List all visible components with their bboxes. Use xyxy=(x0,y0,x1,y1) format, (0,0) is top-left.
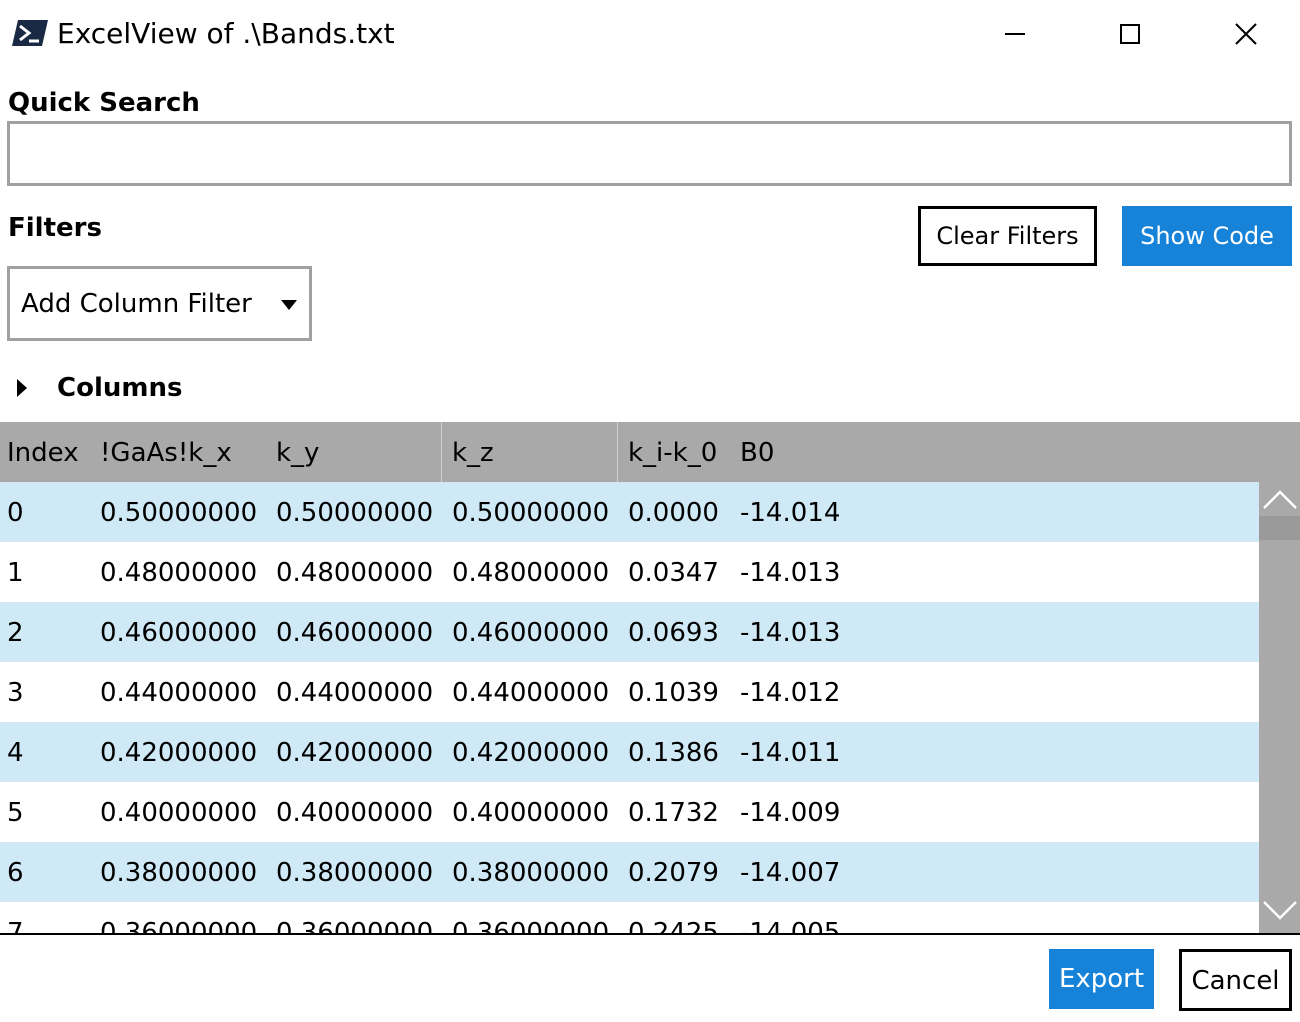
column-header-index[interactable]: Index xyxy=(0,422,79,482)
columns-label: Columns xyxy=(57,373,183,403)
table-cell: 0.38000000 xyxy=(452,858,610,888)
scroll-up-icon[interactable] xyxy=(1261,484,1299,514)
column-header-kx[interactable]: !GaAs!k_x xyxy=(93,422,232,482)
table-cell: 0.48000000 xyxy=(276,558,434,588)
window-title: ExcelView of .\Bands.txt xyxy=(57,17,395,50)
table-cell: 0.0000 xyxy=(628,498,719,528)
table-cell: 0.48000000 xyxy=(100,558,258,588)
table-cell: -14.013 xyxy=(740,618,841,648)
title-bar: ExcelView of .\Bands.txt xyxy=(0,0,1300,70)
table-cell: 0.44000000 xyxy=(100,678,258,708)
table-cell: 0.40000000 xyxy=(276,798,434,828)
table-cell: 1 xyxy=(7,558,24,588)
table-cell: 0.36000000 xyxy=(100,918,258,934)
vertical-scrollbar[interactable] xyxy=(1259,482,1300,934)
table-cell: 0.40000000 xyxy=(100,798,258,828)
table-cell: -14.013 xyxy=(740,558,841,588)
table-cell: -14.012 xyxy=(740,678,841,708)
table-cell: 0.2079 xyxy=(628,858,719,888)
table-row[interactable]: 5 0.40000000 0.40000000 0.40000000 0.173… xyxy=(0,782,1259,842)
table-row[interactable]: 4 0.42000000 0.42000000 0.42000000 0.138… xyxy=(0,722,1259,782)
table-cell: 0.2425 xyxy=(628,918,719,934)
table-cell: 0.36000000 xyxy=(452,918,610,934)
scroll-thumb[interactable] xyxy=(1259,516,1300,540)
table-cell: 0.50000000 xyxy=(100,498,258,528)
table-cell: 0.0693 xyxy=(628,618,719,648)
data-grid: Index !GaAs!k_x k_y k_z k_i-k_0 B0 0 0.5… xyxy=(0,422,1300,934)
chevron-down-icon xyxy=(281,300,297,310)
table-cell: -14.011 xyxy=(740,738,841,768)
maximize-icon xyxy=(1120,24,1140,44)
table-row[interactable]: 0 0.50000000 0.50000000 0.50000000 0.000… xyxy=(0,482,1259,542)
table-cell: 0.46000000 xyxy=(276,618,434,648)
add-column-filter-dropdown[interactable]: Add Column Filter xyxy=(7,266,312,341)
powershell-icon xyxy=(12,18,48,48)
caret-right-icon xyxy=(17,379,27,397)
minimize-button[interactable] xyxy=(985,12,1045,56)
clear-filters-button[interactable]: Clear Filters xyxy=(918,206,1097,266)
table-cell: -14.005 xyxy=(740,918,841,934)
grid-header: Index !GaAs!k_x k_y k_z k_i-k_0 B0 xyxy=(0,422,1300,482)
grid-rows: 0 0.50000000 0.50000000 0.50000000 0.000… xyxy=(0,482,1259,934)
table-cell: 4 xyxy=(7,738,24,768)
maximize-button[interactable] xyxy=(1100,12,1160,56)
table-cell: -14.009 xyxy=(740,798,841,828)
table-row[interactable]: 3 0.44000000 0.44000000 0.44000000 0.103… xyxy=(0,662,1259,722)
scroll-down-icon[interactable] xyxy=(1261,896,1299,926)
table-cell: 0.1039 xyxy=(628,678,719,708)
table-cell: 6 xyxy=(7,858,24,888)
table-cell: 0.50000000 xyxy=(452,498,610,528)
table-row[interactable]: 1 0.48000000 0.48000000 0.48000000 0.034… xyxy=(0,542,1259,602)
close-icon xyxy=(1235,23,1257,45)
table-cell: 5 xyxy=(7,798,24,828)
table-cell: 0.1732 xyxy=(628,798,719,828)
table-cell: 0.40000000 xyxy=(452,798,610,828)
column-header-kz[interactable]: k_z xyxy=(445,422,494,482)
table-cell: 7 xyxy=(7,918,24,934)
table-cell: -14.014 xyxy=(740,498,841,528)
table-cell: 3 xyxy=(7,678,24,708)
table-cell: 0 xyxy=(7,498,24,528)
table-row[interactable]: 2 0.46000000 0.46000000 0.46000000 0.069… xyxy=(0,602,1259,662)
table-cell: 0.38000000 xyxy=(100,858,258,888)
column-separator[interactable] xyxy=(441,422,442,482)
column-header-b0[interactable]: B0 xyxy=(733,422,774,482)
table-cell: 0.1386 xyxy=(628,738,719,768)
columns-expander[interactable]: Columns xyxy=(0,367,400,411)
table-cell: -14.007 xyxy=(740,858,841,888)
cancel-button[interactable]: Cancel xyxy=(1179,949,1292,1011)
quick-search-label: Quick Search xyxy=(8,88,200,118)
table-cell: 0.46000000 xyxy=(452,618,610,648)
table-cell: 0.36000000 xyxy=(276,918,434,934)
filters-label: Filters xyxy=(8,213,102,243)
table-cell: 0.44000000 xyxy=(452,678,610,708)
table-cell: 0.38000000 xyxy=(276,858,434,888)
close-button[interactable] xyxy=(1216,12,1276,56)
column-separator[interactable] xyxy=(617,422,618,482)
table-cell: 2 xyxy=(7,618,24,648)
table-cell: 0.48000000 xyxy=(452,558,610,588)
table-row[interactable]: 7 0.36000000 0.36000000 0.36000000 0.242… xyxy=(0,902,1259,934)
minimize-icon xyxy=(1005,33,1025,35)
table-cell: 0.42000000 xyxy=(452,738,610,768)
grid-bottom-border xyxy=(0,933,1300,935)
column-header-ki-k0[interactable]: k_i-k_0 xyxy=(621,422,717,482)
table-cell: 0.42000000 xyxy=(276,738,434,768)
table-cell: 0.0347 xyxy=(628,558,719,588)
table-row[interactable]: 6 0.38000000 0.38000000 0.38000000 0.207… xyxy=(0,842,1259,902)
add-column-filter-label: Add Column Filter xyxy=(21,289,252,319)
column-header-ky[interactable]: k_y xyxy=(269,422,319,482)
table-cell: 0.44000000 xyxy=(276,678,434,708)
table-cell: 0.42000000 xyxy=(100,738,258,768)
show-code-button[interactable]: Show Code xyxy=(1122,206,1292,266)
table-cell: 0.50000000 xyxy=(276,498,434,528)
quick-search-input[interactable] xyxy=(7,121,1292,186)
export-button[interactable]: Export xyxy=(1049,949,1154,1009)
table-cell: 0.46000000 xyxy=(100,618,258,648)
